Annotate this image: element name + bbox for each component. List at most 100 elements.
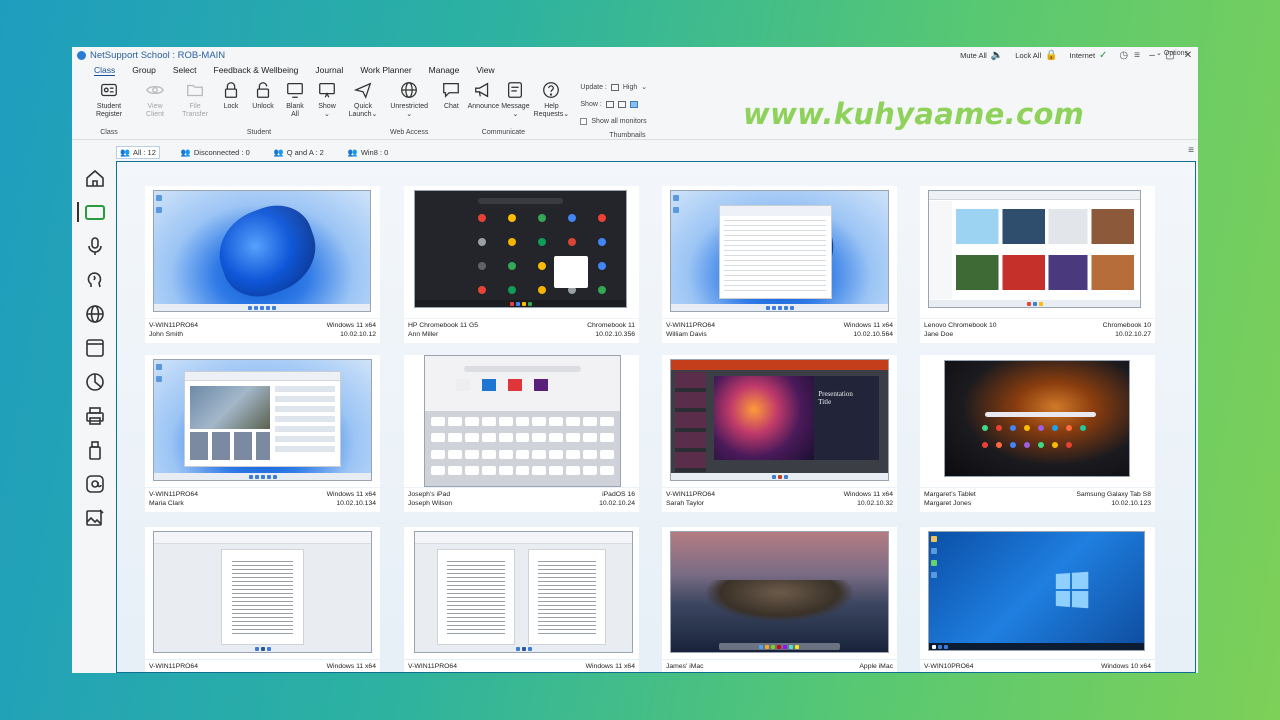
at-sign-icon[interactable] <box>84 473 106 495</box>
client-screen-thumbnail[interactable] <box>404 355 639 487</box>
menu-select[interactable]: Select <box>173 65 197 75</box>
client-tile[interactable]: HP Chromebook 11 G5 Chromebook 11 Ann Mill… <box>404 186 639 351</box>
button-label: Show ⌄ <box>318 103 336 118</box>
tab-disconnected[interactable]: 👥 Disconnected : 0 <box>178 147 253 158</box>
client-os: iPadOS 16 <box>602 491 635 498</box>
microphone-icon[interactable] <box>84 235 106 257</box>
client-screen-thumbnail[interactable] <box>145 186 380 318</box>
thumbnail-view-icon[interactable] <box>605 100 614 108</box>
globe-icon[interactable] <box>84 303 106 325</box>
pie-chart-icon[interactable] <box>84 371 106 393</box>
menu-view[interactable]: View <box>476 65 494 75</box>
browser-window-icon[interactable] <box>84 337 106 359</box>
client-tile[interactable]: James' iMac Apple iMac <box>662 527 897 672</box>
tab-all[interactable]: 👥 All : 12 <box>116 145 160 159</box>
show-button[interactable]: Show ⌄ <box>312 77 342 119</box>
menu-group[interactable]: Group <box>132 65 156 75</box>
screens-icon[interactable] <box>77 201 106 223</box>
client-screen-thumbnail[interactable] <box>662 186 897 318</box>
tab-label: All : 12 <box>132 147 156 157</box>
clock-icon[interactable]: ◷ <box>1119 50 1128 61</box>
view-button[interactable]: View Client <box>136 77 174 119</box>
client-tile[interactable]: V-WIN10PRO64 Windows 10 x64 <box>920 527 1155 672</box>
client-screen-thumbnail[interactable] <box>920 355 1155 487</box>
show-row: Show : <box>580 97 674 111</box>
printer-icon[interactable] <box>84 405 106 427</box>
client-screen-thumbnail[interactable]: Presentation Title <box>662 355 897 487</box>
internet-button[interactable]: Internet ✓ <box>1070 50 1108 61</box>
menu-icon[interactable]: ≡ <box>1134 50 1140 61</box>
client-name: V-WIN11PRO64 <box>149 663 198 670</box>
home-icon[interactable] <box>84 167 106 189</box>
mute-all-button[interactable]: Mute All 🔈 <box>960 50 1003 61</box>
client-caption: HP Chromebook 11 G5 Chromebook 11 Ann Mill… <box>404 319 639 343</box>
client-name: V-WIN11PRO64 <box>149 322 198 329</box>
message-button[interactable]: Message ⌄ <box>500 77 530 119</box>
send-icon <box>352 79 374 101</box>
client-screen-thumbnail[interactable] <box>404 186 639 318</box>
update-dropdown[interactable]: High <box>623 84 637 91</box>
netsupport-window: NetSupport School : ROB-MAIN Mute All 🔈 L… <box>72 47 1198 673</box>
help-button[interactable]: Help Requests⌄ <box>532 77 570 119</box>
image-edit-icon[interactable] <box>84 507 106 529</box>
menu-class[interactable]: Class <box>94 65 116 76</box>
client-name: Joseph's iPad <box>408 491 451 498</box>
quick-button[interactable]: Quick Launch⌄ <box>344 77 382 119</box>
usb-drive-icon[interactable] <box>84 439 106 461</box>
client-screen-thumbnail[interactable] <box>920 186 1155 318</box>
menu-journal[interactable]: Journal <box>315 65 343 75</box>
unlock-button[interactable]: Unlock <box>248 77 278 111</box>
chat-button[interactable]: Chat <box>436 77 466 111</box>
client-tile[interactable]: Presentation Title V-WIN11PRO64 Windows 11 … <box>662 355 897 520</box>
globe-view-icon[interactable] <box>617 100 626 108</box>
show-label: Show : <box>580 100 602 108</box>
client-screen-thumbnail[interactable] <box>145 355 380 487</box>
client-screen-thumbnail[interactable] <box>920 527 1155 659</box>
show-all-monitors-row[interactable]: Show all monitors <box>580 114 674 128</box>
student-button[interactable]: Student Register <box>90 77 128 119</box>
unlock-icon <box>252 79 274 101</box>
brain-icon[interactable] <box>84 269 106 291</box>
client-screen-thumbnail[interactable] <box>662 527 897 659</box>
button-label: Unrestricted ⌄ <box>390 103 429 118</box>
client-name: HP Chromebook 11 G5 <box>408 322 479 329</box>
client-tile[interactable]: Joseph's iPad iPadOS 16 Joseph Wilson 10.02… <box>404 355 639 520</box>
file-button[interactable]: File Transfer <box>176 77 214 119</box>
show-all-monitors-checkbox[interactable] <box>580 117 588 125</box>
client-tile[interactable]: V-WIN11PRO64 Windows 11 x64 Maria Clark 10.… <box>145 355 380 520</box>
client-tile[interactable]: V-WIN11PRO64 Windows 11 x64 <box>145 527 380 672</box>
menu-feedback-wellbeing[interactable]: Feedback & Wellbeing <box>214 65 299 75</box>
unrestricted-button[interactable]: Unrestricted ⌄ <box>390 77 428 119</box>
client-os: Windows 11 x64 <box>326 322 376 329</box>
client-user: Joseph Wilson <box>408 500 453 507</box>
tab-q-and-a[interactable]: 👥 Q and A : 2 <box>271 147 327 158</box>
client-tile[interactable]: Lenovo Chromebook 10 Chromebook 10 Jane Do… <box>920 186 1155 351</box>
client-tile[interactable]: Margaret's Tablet Samsung Galaxy Tab S8 Ma… <box>920 355 1155 520</box>
people-icon: 👥 <box>120 147 130 157</box>
desktop-preview <box>414 531 633 653</box>
announce-button[interactable]: Announce <box>468 77 499 111</box>
menu-manage[interactable]: Manage <box>429 65 460 75</box>
lock-all-button[interactable]: Lock All 🔒 <box>1015 50 1057 61</box>
check-circle-icon: ✓ <box>1099 49 1108 61</box>
client-tile[interactable]: V-WIN11PRO64 Windows 11 x64 <box>404 527 639 672</box>
ribbon-group-class: Student Register Class <box>86 77 132 139</box>
client-screen-thumbnail[interactable] <box>404 527 639 659</box>
tab-label: Q and A : 2 <box>286 147 324 157</box>
chevron-down-icon[interactable]: ⌄ <box>641 83 647 91</box>
blank-button[interactable]: Blank All <box>280 77 310 119</box>
menu-work-planner[interactable]: Work Planner <box>360 65 411 75</box>
options-button[interactable]: ⌄ Options <box>1156 49 1188 57</box>
lock-icon: 🔒 <box>1045 49 1058 61</box>
tab-win8[interactable]: 👥 Win8 : 0 <box>345 147 391 158</box>
client-screen-thumbnail[interactable] <box>145 527 380 659</box>
client-user: Jane Doe <box>924 331 954 338</box>
hamburger-menu-icon[interactable]: ≡ <box>1188 145 1194 156</box>
client-tile[interactable]: V-WIN11PRO64 Windows 11 x64 John Smith 10.0… <box>145 186 380 351</box>
client-tile[interactable]: V-WIN11PRO64 Windows 11 x64 William Davis 1… <box>662 186 897 351</box>
chevron-down-icon: ⌄ <box>1156 50 1162 57</box>
lock-button[interactable]: Lock <box>216 77 246 111</box>
detail-view-icon[interactable] <box>629 100 638 108</box>
ribbon-group-label: Student <box>246 129 272 136</box>
desktop-preview <box>944 360 1130 477</box>
